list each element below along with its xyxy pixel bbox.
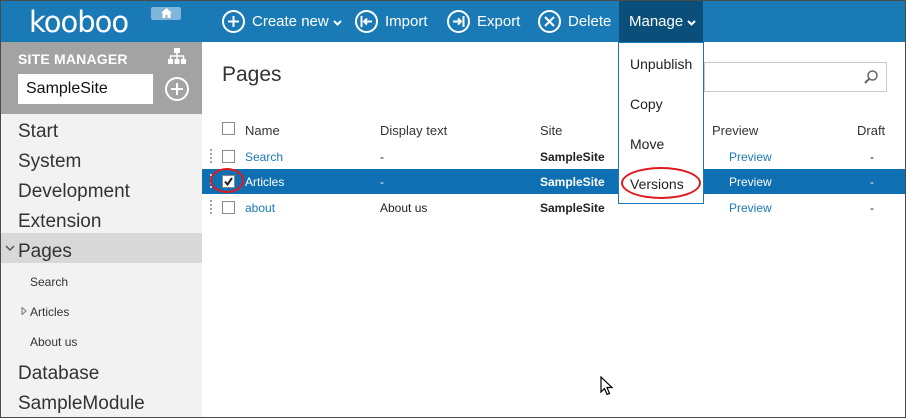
page-title: Pages: [222, 63, 282, 86]
column-header-name[interactable]: Name: [245, 123, 280, 138]
home-button[interactable]: [151, 7, 181, 20]
search-icon[interactable]: [864, 70, 878, 84]
menu-item-copy[interactable]: Copy: [630, 96, 663, 112]
display-text-cell: -: [380, 175, 384, 189]
import-label: Import: [385, 13, 428, 30]
preview-link[interactable]: Preview: [729, 175, 772, 189]
export-button[interactable]: Export: [447, 1, 520, 42]
display-text-cell: -: [380, 150, 384, 164]
draft-cell: -: [870, 201, 874, 215]
delete-button[interactable]: Delete: [538, 1, 611, 42]
manage-menu-button[interactable]: Manage: [619, 1, 703, 42]
page-name-link[interactable]: Articles: [245, 175, 284, 189]
page-name-link[interactable]: Search: [245, 150, 283, 164]
sidebar: SITE MANAGER Start System Development Ex…: [1, 42, 202, 417]
table-row[interactable]: about About us SampleSite Preview -: [202, 195, 905, 220]
import-button[interactable]: Import: [355, 1, 428, 42]
sidebar-item-development[interactable]: Development: [18, 181, 130, 203]
draft-cell: -: [870, 150, 874, 164]
site-cell: SampleSite: [540, 150, 605, 164]
site-manager-title: SITE MANAGER: [18, 51, 128, 67]
menu-item-unpublish[interactable]: Unpublish: [630, 56, 692, 72]
sidebar-item-samplemodule[interactable]: SampleModule: [18, 393, 145, 415]
drag-handle[interactable]: [209, 199, 213, 216]
delete-label: Delete: [568, 13, 612, 30]
sitemap-icon[interactable]: [168, 48, 186, 64]
sidebar-item-start[interactable]: Start: [18, 121, 58, 143]
table-row-selected[interactable]: Articles - SampleSite Preview -: [202, 168, 905, 194]
highlight-ring-checkbox: [210, 168, 244, 193]
sidebar-item-pages[interactable]: Pages: [18, 241, 72, 263]
site-name-input[interactable]: [18, 74, 153, 104]
close-circle-icon: [538, 10, 561, 33]
column-header-display-text[interactable]: Display text: [380, 123, 447, 138]
row-checkbox[interactable]: [222, 201, 235, 214]
search-input[interactable]: [704, 62, 887, 92]
create-new-button[interactable]: Create new: [222, 1, 342, 42]
home-icon: [161, 8, 172, 18]
caret-right-icon[interactable]: [21, 307, 27, 315]
plus-circle-icon: [222, 10, 245, 33]
page-name-link[interactable]: about: [245, 201, 275, 215]
site-manager-header: SITE MANAGER: [1, 42, 202, 114]
import-icon: [355, 10, 378, 33]
manage-label: Manage: [629, 13, 684, 30]
sidebar-item-system[interactable]: System: [18, 151, 81, 173]
site-cell: SampleSite: [540, 201, 605, 215]
add-site-button[interactable]: [165, 77, 189, 101]
top-toolbar: kooboo Create new Import Export Delete M…: [1, 1, 905, 42]
preview-link[interactable]: Preview: [729, 201, 772, 215]
create-new-label: Create new: [252, 13, 329, 30]
sidebar-item-database[interactable]: Database: [18, 363, 99, 385]
highlight-ring-versions: [621, 167, 701, 199]
export-icon: [447, 10, 470, 33]
column-header-draft[interactable]: Draft: [857, 123, 885, 138]
select-all-checkbox[interactable]: [222, 122, 235, 135]
kooboo-logo: kooboo: [29, 5, 129, 39]
sidebar-subitem-search[interactable]: Search: [30, 275, 68, 289]
manage-dropdown-menu: Unpublish Copy Move Versions: [618, 42, 704, 204]
preview-link[interactable]: Preview: [729, 150, 772, 164]
column-header-site[interactable]: Site: [540, 123, 562, 138]
sidebar-item-extension[interactable]: Extension: [18, 211, 101, 233]
menu-item-move[interactable]: Move: [630, 136, 664, 152]
app-window: kooboo Create new Import Export Delete M…: [0, 0, 906, 418]
export-label: Export: [477, 13, 521, 30]
chevron-down-icon: [687, 13, 696, 30]
row-checkbox[interactable]: [222, 150, 235, 163]
sidebar-subitem-about-us[interactable]: About us: [30, 335, 77, 349]
site-cell: SampleSite: [540, 175, 605, 189]
draft-cell: -: [870, 175, 874, 189]
table-row[interactable]: Search - SampleSite Preview -: [202, 144, 905, 169]
chevron-down-icon[interactable]: [5, 245, 15, 252]
drag-handle[interactable]: [209, 148, 213, 165]
column-header-preview[interactable]: Preview: [712, 123, 758, 138]
display-text-cell: About us: [380, 201, 428, 215]
mouse-cursor-icon: [600, 376, 614, 396]
sidebar-subitem-articles[interactable]: Articles: [30, 305, 69, 319]
chevron-down-icon: [333, 13, 342, 30]
